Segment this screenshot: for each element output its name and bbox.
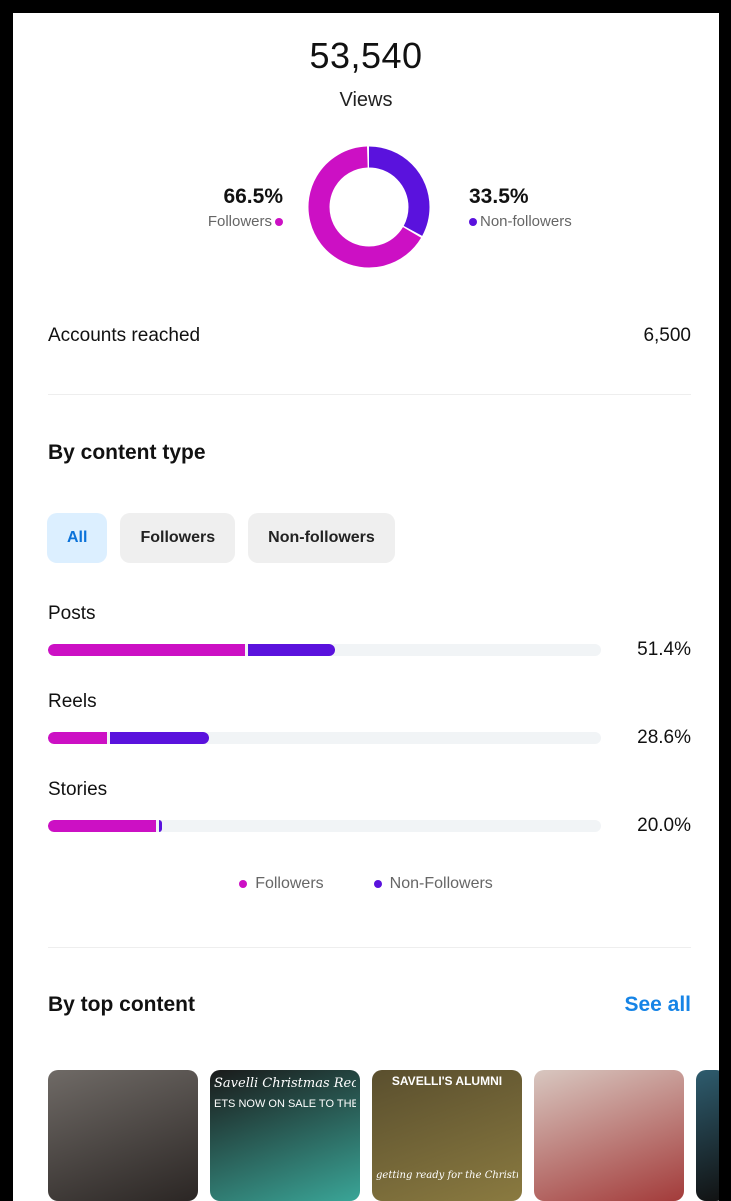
- top-content-thumbnail[interactable]: [534, 1070, 684, 1201]
- content-type-percent: 28.6%: [637, 727, 691, 748]
- accounts-reached-value: 6,500: [643, 325, 691, 346]
- thumbnail-caption: SAVELLI'S ALUMNI: [391, 1074, 503, 1088]
- divider: [48, 394, 691, 395]
- insights-screen: 53,540 Views 66.5% Followers 33.5% Non-f…: [13, 13, 719, 1201]
- non-followers-dot-icon: [373, 880, 382, 888]
- legend-non-followers: Non-Followers: [373, 875, 493, 893]
- by-top-content-title: By top content: [48, 993, 195, 1016]
- non-followers-label: Non-followers: [480, 213, 572, 230]
- thumbnail-caption: Savelli Christmas Recital: [214, 1076, 356, 1091]
- content-type-legend: Followers Non-Followers: [13, 875, 719, 893]
- content-type-bar: [48, 732, 601, 744]
- content-type-percent: 51.4%: [637, 639, 691, 660]
- thumbnail-subcaption: ETS NOW ON SALE TO THE PUB: [214, 1098, 356, 1110]
- thumbnail-subcaption: getting ready for the Christmas Recital: [376, 1170, 518, 1181]
- bar-followers-segment: [48, 732, 108, 744]
- legend-followers-label: Followers: [255, 875, 324, 892]
- followers-split: 66.5% Followers: [208, 185, 283, 230]
- non-followers-split: 33.5% Non-followers: [469, 185, 572, 230]
- legend-non-followers-label: Non-Followers: [389, 875, 493, 892]
- see-all-link[interactable]: See all: [624, 993, 691, 1017]
- followers-legend: Followers: [208, 213, 283, 230]
- views-label: Views: [339, 89, 393, 111]
- content-type-name: Reels: [48, 691, 97, 712]
- views-donut-chart: [308, 146, 430, 268]
- non-followers-percent: 33.5%: [469, 185, 529, 208]
- chip-non-followers[interactable]: Non-followers: [248, 513, 395, 563]
- bar-non-followers-segment: [248, 644, 336, 656]
- audience-filter-chips: All Followers Non-followers: [47, 513, 395, 563]
- bar-followers-segment: [48, 820, 157, 832]
- content-type-posts: Posts 51.4%: [48, 603, 691, 661]
- content-type-name: Posts: [48, 603, 96, 624]
- content-type-bar: [48, 820, 601, 832]
- chip-followers[interactable]: Followers: [120, 513, 236, 563]
- accounts-reached-label: Accounts reached: [48, 325, 201, 346]
- followers-dot-icon: [275, 217, 283, 226]
- content-type-percent: 20.0%: [637, 815, 691, 836]
- divider: [48, 947, 691, 948]
- chip-all[interactable]: All: [47, 513, 108, 563]
- top-content-thumbnail[interactable]: [48, 1070, 198, 1201]
- legend-followers: Followers: [239, 875, 324, 893]
- top-content-thumbnail[interactable]: [696, 1070, 719, 1201]
- bar-followers-segment: [48, 644, 246, 656]
- followers-percent: 66.5%: [223, 185, 283, 208]
- top-content-thumbnail[interactable]: SAVELLI'S ALUMNI getting ready for the C…: [372, 1070, 522, 1201]
- content-type-bar: [48, 644, 601, 656]
- top-content-thumbnails: Savelli Christmas Recital ETS NOW ON SAL…: [48, 1070, 719, 1201]
- content-type-reels: Reels 28.6%: [48, 691, 691, 749]
- followers-dot-icon: [239, 880, 248, 888]
- content-type-stories: Stories 20.0%: [48, 779, 691, 837]
- top-content-thumbnail[interactable]: Savelli Christmas Recital ETS NOW ON SAL…: [210, 1070, 360, 1201]
- by-content-type-title: By content type: [48, 441, 206, 464]
- non-followers-dot-icon: [469, 217, 477, 226]
- content-type-name: Stories: [48, 779, 108, 800]
- bar-non-followers-segment: [110, 732, 210, 744]
- non-followers-legend: Non-followers: [469, 213, 572, 230]
- bar-non-followers-segment: [159, 820, 162, 832]
- views-total: 53,540: [309, 35, 423, 76]
- accounts-reached-row[interactable]: Accounts reached 6,500: [48, 325, 691, 347]
- followers-label: Followers: [207, 213, 272, 230]
